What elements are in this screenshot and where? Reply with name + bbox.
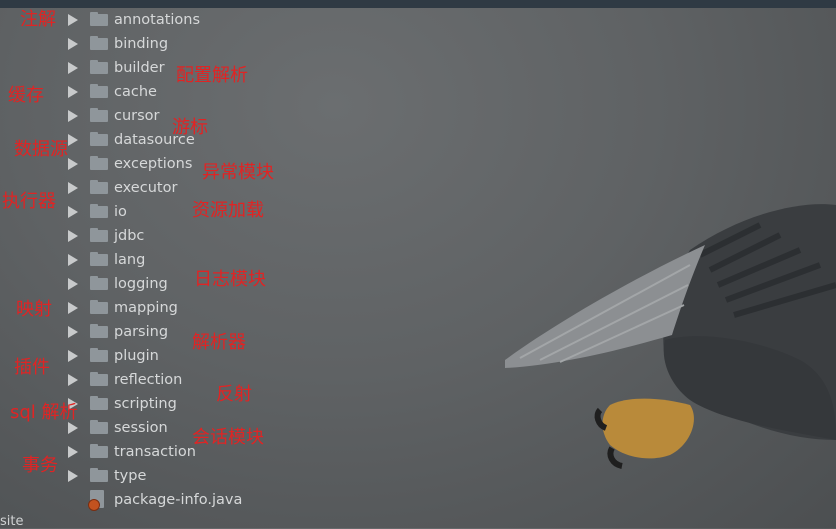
tree-folder-row[interactable]: jdbc	[0, 224, 260, 248]
folder-icon	[90, 300, 108, 314]
annotation-huancun: 缓存	[8, 85, 44, 106]
tree-item-label: type	[114, 468, 147, 484]
tree-item-label: jdbc	[114, 228, 145, 244]
tree-item-label: executor	[114, 180, 178, 196]
tree-item-label: cache	[114, 84, 157, 100]
expand-arrow-icon[interactable]	[68, 158, 78, 170]
tree-item-label: exceptions	[114, 156, 193, 172]
expand-arrow-icon[interactable]	[68, 110, 78, 122]
folder-icon	[90, 420, 108, 434]
tree-item-label: plugin	[114, 348, 159, 364]
folder-icon	[90, 36, 108, 50]
annotation-youbiao: 游标	[172, 117, 208, 138]
expand-arrow-icon[interactable]	[68, 446, 78, 458]
annotation-fanshe: 反射	[216, 384, 252, 405]
folder-icon	[90, 324, 108, 338]
annotation-shiwu: 事务	[22, 455, 58, 476]
title-bar	[0, 0, 836, 8]
annotation-chajian: 插件	[14, 357, 50, 378]
tree-item-label: reflection	[114, 372, 183, 388]
annotation-ziyuan-jiazai: 资源加载	[192, 200, 264, 221]
annotation-jiexiqi: 解析器	[192, 332, 246, 353]
tree-file-row[interactable]: package-info.java	[0, 488, 260, 512]
tree-folder-row[interactable]: cursor	[0, 104, 260, 128]
tree-item-label: builder	[114, 60, 165, 76]
folder-icon	[90, 204, 108, 218]
folder-icon	[90, 228, 108, 242]
folder-icon	[90, 276, 108, 290]
expand-arrow-icon[interactable]	[68, 38, 78, 50]
folder-icon	[90, 108, 108, 122]
folder-icon	[90, 468, 108, 482]
folder-icon	[90, 396, 108, 410]
tree-item-label: package-info.java	[114, 492, 243, 508]
expand-arrow-icon[interactable]	[68, 206, 78, 218]
tree-item-label: mapping	[114, 300, 178, 316]
tree-item-label: annotations	[114, 12, 201, 28]
tree-item-label: session	[114, 420, 168, 436]
expand-arrow-icon[interactable]	[68, 230, 78, 242]
tree-item-label: io	[114, 204, 127, 220]
tree-item-label: transaction	[114, 444, 196, 460]
folder-icon	[90, 156, 108, 170]
annotation-zhujie: 注解	[20, 9, 56, 30]
expand-arrow-icon[interactable]	[68, 62, 78, 74]
expand-arrow-icon[interactable]	[68, 134, 78, 146]
folder-icon	[90, 12, 108, 26]
annotation-peizhi-jiexi: 配置解析	[176, 65, 248, 86]
annotation-rizhi-mokuai: 日志模块	[194, 269, 266, 290]
java-file-icon	[88, 490, 104, 511]
expand-arrow-icon[interactable]	[68, 326, 78, 338]
folder-icon	[90, 348, 108, 362]
tree-item-label: lang	[114, 252, 146, 268]
expand-arrow-icon[interactable]	[68, 470, 78, 482]
folder-icon	[90, 444, 108, 458]
annotation-shujuyuan: 数据源	[14, 139, 68, 160]
annotation-yichang-mokuai: 异常模块	[202, 162, 274, 183]
folder-icon	[90, 180, 108, 194]
folder-icon	[90, 132, 108, 146]
annotation-huihua-mokuai: 会话模块	[192, 427, 264, 448]
annotation-yingshe: 映射	[16, 299, 52, 320]
annotation-zhixingqi: 执行器	[2, 191, 56, 212]
tree-item-label: cursor	[114, 108, 160, 124]
tree-folder-row[interactable]: binding	[0, 32, 260, 56]
annotation-sql-jiexi: sql 解析	[10, 402, 78, 423]
status-text: site	[0, 514, 24, 529]
tree-item-label: parsing	[114, 324, 169, 340]
expand-arrow-icon[interactable]	[68, 374, 78, 386]
expand-arrow-icon[interactable]	[68, 86, 78, 98]
tree-item-label: scripting	[114, 396, 177, 412]
folder-icon	[90, 252, 108, 266]
expand-arrow-icon[interactable]	[68, 422, 78, 434]
expand-arrow-icon[interactable]	[68, 350, 78, 362]
folder-icon	[90, 372, 108, 386]
folder-icon	[90, 60, 108, 74]
expand-arrow-icon[interactable]	[68, 278, 78, 290]
expand-arrow-icon[interactable]	[68, 302, 78, 314]
folder-icon	[90, 84, 108, 98]
expand-arrow-icon[interactable]	[68, 14, 78, 26]
expand-arrow-icon[interactable]	[68, 182, 78, 194]
tree-item-label: binding	[114, 36, 169, 52]
expand-arrow-icon[interactable]	[68, 254, 78, 266]
tree-item-label: logging	[114, 276, 168, 292]
